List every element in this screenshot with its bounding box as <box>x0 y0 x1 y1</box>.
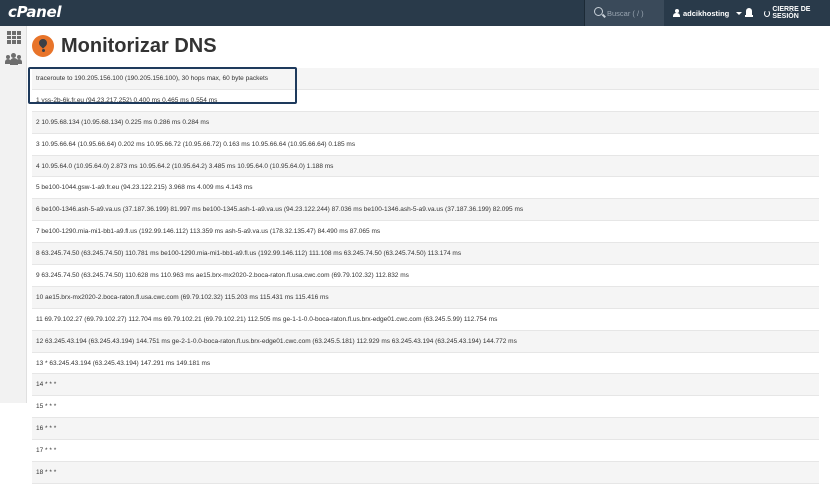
sidebar <box>0 26 27 403</box>
main-content: Monitorizar DNS traceroute to 190.205.15… <box>28 26 830 484</box>
user-menu[interactable]: adcikhosting <box>673 0 743 26</box>
caret-down-icon <box>736 11 743 15</box>
search-input[interactable] <box>607 5 663 21</box>
result-row: 2 10.95.68.134 (10.95.68.134) 0.225 ms 0… <box>32 111 819 134</box>
dns-monitor-icon <box>32 35 54 57</box>
result-row: 4 10.95.64.0 (10.95.64.0) 2.873 ms 10.95… <box>32 155 819 178</box>
cpanel-logo[interactable]: cPanel <box>8 3 62 21</box>
home-grid-icon[interactable] <box>7 31 21 44</box>
result-row: 10 ae15.brx-mx2020-2.boca-raton.fl.usa.c… <box>32 286 819 309</box>
username-label: adcikhosting <box>683 8 730 18</box>
result-row: 15 * * * <box>32 396 819 419</box>
logout-label: CIERRE DE SESIÓN <box>772 6 811 20</box>
search-icon <box>594 7 603 16</box>
page-header: Monitorizar DNS <box>32 32 217 60</box>
result-row: 14 * * * <box>32 374 819 397</box>
result-row: 17 * * * <box>32 440 819 463</box>
result-row: 18 * * * <box>32 462 819 484</box>
power-icon <box>764 9 771 17</box>
search-box[interactable] <box>584 0 664 26</box>
bell-icon[interactable] <box>745 8 753 18</box>
result-row: 6 be100-1346.ash-5-a9.va.us (37.187.36.1… <box>32 199 819 222</box>
result-row: 9 63.245.74.50 (63.245.74.50) 110.628 ms… <box>32 265 819 287</box>
top-navbar: cPanel adcikhosting CIERRE DE SESIÓN <box>0 0 830 26</box>
result-row: traceroute to 190.205.156.100 (190.205.1… <box>32 68 819 90</box>
result-row: 7 be100-1290.mia-mi1-bb1-a9.fl.us (192.9… <box>32 221 819 244</box>
page-title: Monitorizar DNS <box>61 34 217 57</box>
result-row: 11 69.79.102.27 (69.79.102.27) 112.704 m… <box>32 308 819 331</box>
result-row: 3 10.95.66.64 (10.95.66.64) 0.202 ms 10.… <box>32 133 819 156</box>
user-icon <box>673 9 680 17</box>
traceroute-results: traceroute to 190.205.156.100 (190.205.1… <box>32 68 819 484</box>
users-icon[interactable] <box>5 53 23 65</box>
result-row: 5 be100-1044.gsw-1-a9.fr.eu (94.23.122.2… <box>32 177 819 200</box>
result-row: 16 * * * <box>32 418 819 441</box>
logout-button[interactable]: CIERRE DE SESIÓN <box>764 0 830 26</box>
result-row: 8 63.245.74.50 (63.245.74.50) 110.781 ms… <box>32 243 819 266</box>
result-row: 13 * 63.245.43.194 (63.245.43.194) 147.2… <box>32 352 819 375</box>
result-row: 1 vss-2b-6k.fr.eu (94.23.217.252) 0.400 … <box>32 89 819 112</box>
result-row: 12 63.245.43.194 (63.245.43.194) 144.751… <box>32 330 819 353</box>
